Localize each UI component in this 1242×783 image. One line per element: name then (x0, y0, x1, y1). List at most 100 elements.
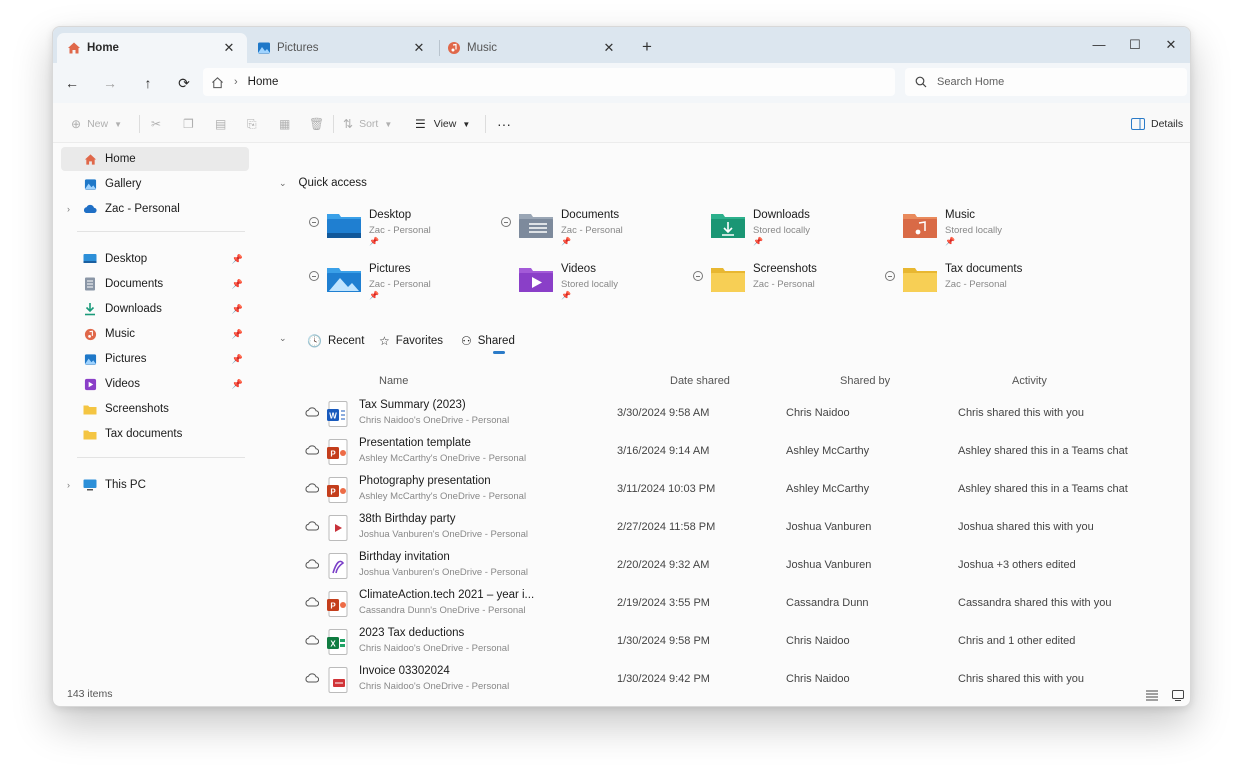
quick-access-screenshots[interactable]: Screenshots Zac - Personal (693, 261, 883, 307)
pin-icon[interactable]: 📌 (232, 279, 243, 290)
view-button[interactable]: ☰ View ▼ (415, 113, 470, 135)
pin-icon[interactable]: 📌 (232, 329, 243, 340)
pin-icon[interactable]: 📌 (232, 304, 243, 315)
share-button[interactable]: ▦ (279, 113, 290, 135)
column-header-activity[interactable]: Activity (1012, 375, 1047, 387)
quick-access-pictures[interactable]: Pictures Zac - Personal 📌 (309, 261, 499, 307)
copy-button[interactable]: ❐ (183, 113, 194, 135)
table-row[interactable]: X 2023 Tax deductions Chris Naidoo's OneDr… (299, 623, 1179, 661)
qa-name: Pictures (369, 263, 411, 275)
qa-sub: Stored locally (945, 225, 1003, 236)
unpin-icon[interactable] (501, 217, 511, 227)
new-button[interactable]: ⊕ New ▼ (71, 113, 122, 135)
maximize-button[interactable]: ☐ (1117, 33, 1153, 57)
tab-home[interactable]: Home ✕ (57, 33, 247, 63)
address-bar-row: ← → ↑ ⟳ › Home Search Home (53, 63, 1190, 103)
tab-pictures[interactable]: Pictures ✕ (247, 33, 437, 63)
sidebar-item-home[interactable]: Home (61, 147, 249, 171)
sidebar-item-label: Zac - Personal (105, 203, 180, 215)
tab-recent[interactable]: 🕓 Recent (307, 334, 364, 348)
close-icon[interactable]: ✕ (411, 40, 427, 56)
sidebar-item-downloads[interactable]: Downloads 📌 (61, 297, 249, 321)
table-row[interactable]: W Tax Summary (2023) Chris Naidoo's OneDri… (299, 395, 1179, 433)
sort-button[interactable]: ⇅ Sort ▼ (343, 113, 392, 135)
sidebar-item-label: Pictures (105, 353, 147, 365)
home-icon (83, 152, 97, 166)
sidebar-item-videos[interactable]: Videos 📌 (61, 372, 249, 396)
table-row[interactable]: Birthday invitation Joshua Vanburen's One… (299, 547, 1179, 585)
file-explorer-window: Home ✕ Pictures ✕ Music ✕ + — ☐ ✕ ← → ↑ … (52, 26, 1191, 707)
address-bar[interactable]: › Home (203, 68, 895, 96)
svg-text:X: X (330, 640, 336, 649)
minimize-button[interactable]: — (1081, 33, 1117, 57)
documents-icon (83, 277, 97, 291)
quick-access-documents[interactable]: Documents Zac - Personal 📌 (501, 207, 691, 253)
videos-folder-icon (519, 268, 553, 292)
file-name: Birthday invitation (359, 551, 450, 563)
quick-access-videos[interactable]: Videos Stored locally 📌 (501, 261, 691, 307)
cloud-outline-icon (305, 445, 319, 455)
refresh-button[interactable]: ⟳ (171, 70, 197, 96)
back-button[interactable]: ← (59, 70, 85, 96)
cloud-outline-icon (305, 407, 319, 417)
tab-music[interactable]: Music ✕ (437, 33, 627, 63)
table-row[interactable]: P ClimateAction.tech 2021 – year i... Cass… (299, 585, 1179, 623)
chevron-right-icon[interactable]: › (67, 204, 70, 214)
tab-shared[interactable]: ⚇ Shared (461, 334, 515, 348)
documents-folder-icon (519, 214, 553, 238)
cut-button[interactable]: ✂ (151, 113, 161, 135)
column-header-date[interactable]: Date shared (670, 375, 730, 387)
unpin-icon[interactable] (885, 271, 895, 281)
rename-button[interactable]: ⎘ (247, 113, 257, 135)
sidebar-item-documents[interactable]: Documents 📌 (61, 272, 249, 296)
view-label: View (433, 118, 457, 130)
files-section-collapse[interactable]: ⌄ (279, 333, 287, 344)
chevron-right-icon[interactable]: › (67, 480, 70, 490)
sidebar-item-tax-documents[interactable]: Tax documents (61, 422, 249, 446)
table-row[interactable]: P Photography presentation Ashley McCarthy… (299, 471, 1179, 509)
sidebar-item-screenshots[interactable]: Screenshots (61, 397, 249, 421)
close-icon[interactable]: ✕ (221, 40, 237, 56)
more-options-button[interactable]: ··· (497, 113, 511, 135)
tab-favorites[interactable]: ☆ Favorites (379, 334, 443, 348)
pin-icon[interactable]: 📌 (232, 254, 243, 265)
sidebar-item-pictures[interactable]: Pictures 📌 (61, 347, 249, 371)
delete-button[interactable]: 🗑 (309, 113, 324, 135)
table-row[interactable]: P Presentation template Ashley McCarthy's … (299, 433, 1179, 471)
quick-access-downloads[interactable]: Downloads Stored locally 📌 (693, 207, 883, 253)
close-icon[interactable]: ✕ (601, 40, 617, 56)
unpin-icon[interactable] (693, 271, 703, 281)
quick-access-music[interactable]: Music Stored locally 📌 (885, 207, 1075, 253)
new-tab-button[interactable]: + (635, 35, 659, 59)
sidebar-item-onedrive[interactable]: › Zac - Personal (61, 197, 249, 221)
breadcrumb[interactable]: Home (248, 76, 279, 88)
sidebar-item-this-pc[interactable]: › This PC (61, 473, 249, 497)
column-header-name[interactable]: Name (379, 375, 408, 387)
column-header-shared-by[interactable]: Shared by (840, 375, 890, 387)
search-input[interactable]: Search Home (937, 76, 1004, 88)
file-date-shared: 2/27/2024 11:58 PM (617, 521, 716, 533)
details-button[interactable]: Details (1131, 113, 1183, 135)
quick-access-tax-documents[interactable]: Tax documents Zac - Personal (885, 261, 1075, 307)
file-date-shared: 1/30/2024 9:58 PM (617, 635, 710, 647)
paste-button[interactable]: ▤ (215, 113, 226, 135)
search-box[interactable]: Search Home (905, 68, 1187, 96)
ppt-file-icon: P (327, 439, 348, 465)
forward-button[interactable]: → (97, 70, 123, 96)
sidebar-item-label: Downloads (105, 303, 162, 315)
file-name: Tax Summary (2023) (359, 399, 466, 411)
pin-icon[interactable]: 📌 (232, 379, 243, 390)
table-row[interactable]: 38th Birthday party Joshua Vanburen's One… (299, 509, 1179, 547)
sidebar-item-gallery[interactable]: Gallery (61, 172, 249, 196)
details-view-icon[interactable] (1143, 686, 1161, 704)
close-window-button[interactable]: ✕ (1153, 33, 1189, 57)
sidebar-item-desktop[interactable]: Desktop 📌 (61, 247, 249, 271)
unpin-icon[interactable] (309, 217, 319, 227)
quick-access-desktop[interactable]: Desktop Zac - Personal 📌 (309, 207, 499, 253)
sidebar-item-music[interactable]: Music 📌 (61, 322, 249, 346)
up-button[interactable]: ↑ (135, 70, 161, 96)
quick-access-header[interactable]: ⌄ Quick access (279, 177, 367, 189)
unpin-icon[interactable] (309, 271, 319, 281)
tiles-view-icon[interactable] (1169, 686, 1187, 704)
pin-icon[interactable]: 📌 (232, 354, 243, 365)
